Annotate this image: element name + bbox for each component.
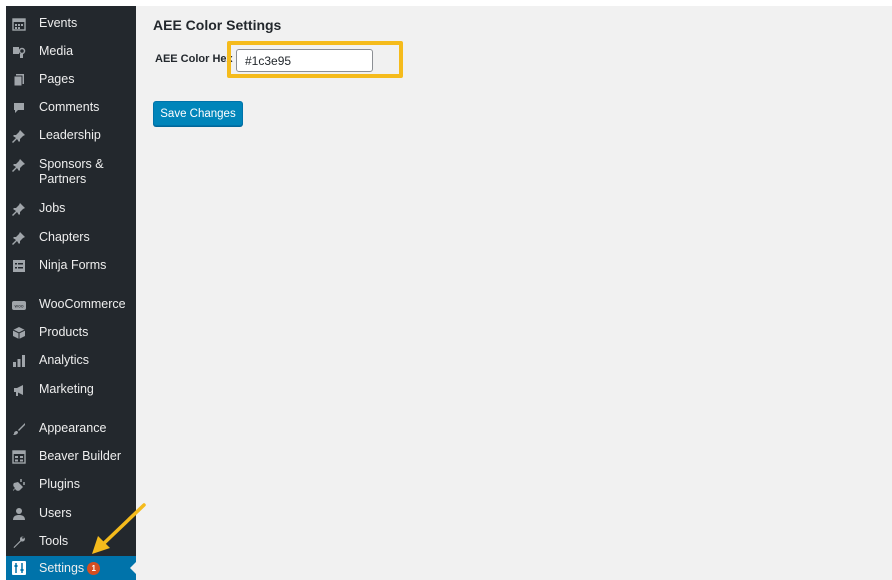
sidebar-item-label: Leadership — [39, 128, 101, 142]
sidebar-item-label: Chapters — [39, 230, 90, 244]
page-title: AEE Color Settings — [153, 17, 282, 33]
sidebar-item-label: Products — [39, 325, 89, 339]
admin-sidebar: Events Media Pages Comments Leadership S… — [6, 6, 136, 580]
sidebar-item-label: Appearance — [39, 421, 107, 435]
sidebar-item-label: Users — [39, 506, 72, 520]
sidebar-item-label: Jobs — [39, 201, 66, 215]
pin-icon — [12, 129, 26, 143]
sidebar-item-pages[interactable]: Pages — [6, 72, 136, 87]
sidebar-item-label: Plugins — [39, 477, 80, 491]
settings-icon — [12, 561, 26, 575]
sidebar-item-label: Analytics — [39, 353, 90, 367]
svg-text:woo: woo — [14, 305, 23, 310]
sidebar-item-sponsors-partners[interactable]: Sponsors & Partners — [6, 157, 136, 187]
sidebar-item-events[interactable]: Events — [6, 16, 136, 31]
user-icon — [12, 507, 26, 521]
media-icon — [12, 45, 26, 59]
plug-icon — [12, 478, 26, 492]
sidebar-item-jobs[interactable]: Jobs — [6, 201, 136, 216]
sidebar-item-label: Sponsors & Partners — [39, 157, 104, 186]
sidebar-item-leadership[interactable]: Leadership — [6, 128, 136, 143]
sidebar-item-label: Tools — [39, 534, 69, 548]
sidebar-item-ninja-forms[interactable]: Ninja Forms — [6, 258, 136, 273]
pages-icon — [12, 73, 26, 87]
bar-chart-icon — [12, 354, 26, 368]
color-hex-input[interactable] — [236, 49, 373, 72]
woo-icon: woo — [12, 298, 26, 312]
form-icon — [12, 259, 26, 273]
box-icon — [12, 326, 26, 340]
calendar-icon — [12, 17, 26, 31]
sidebar-item-chapters[interactable]: Chapters — [6, 230, 136, 245]
sidebar-item-woocommerce[interactable]: woo WooCommerce — [6, 297, 136, 312]
sidebar-item-label: Beaver Builder — [39, 449, 121, 463]
sidebar-item-marketing[interactable]: Marketing — [6, 382, 136, 397]
sidebar-item-products[interactable]: Products — [6, 325, 136, 340]
sidebar-item-label: Marketing — [39, 382, 94, 396]
megaphone-icon — [12, 383, 26, 397]
sidebar-item-label: Ninja Forms — [39, 258, 107, 272]
color-hex-label: AEE Color Hex — [155, 53, 233, 65]
sidebar-item-comments[interactable]: Comments — [6, 100, 136, 115]
sidebar-item-label: WooCommerce — [39, 297, 126, 311]
sidebar-item-label: Pages — [39, 72, 75, 86]
pin-icon — [12, 231, 26, 245]
sidebar-item-label: Events — [39, 16, 78, 30]
pin-icon — [12, 158, 26, 172]
wrench-icon — [12, 535, 26, 549]
current-page-caret — [130, 562, 136, 574]
annotation-arrow-icon — [92, 503, 146, 554]
sidebar-item-beaver-builder[interactable]: Beaver Builder — [6, 449, 136, 464]
sidebar-item-label: Settings — [39, 560, 85, 575]
pin-icon — [12, 202, 26, 216]
sidebar-item-media[interactable]: Media — [6, 44, 136, 59]
comment-icon — [12, 101, 26, 115]
sidebar-item-label: Comments — [39, 100, 100, 114]
sidebar-item-plugins[interactable]: Plugins — [6, 477, 136, 492]
save-changes-button[interactable]: Save Changes — [153, 101, 243, 126]
sidebar-item-analytics[interactable]: Analytics — [6, 353, 136, 368]
brush-icon — [12, 422, 26, 436]
grid-icon — [12, 450, 26, 464]
sidebar-item-label: Media — [39, 44, 74, 58]
admin-screen: Events Media Pages Comments Leadership S… — [6, 6, 892, 580]
update-count-badge: 1 — [87, 561, 101, 575]
sidebar-item-appearance[interactable]: Appearance — [6, 421, 136, 436]
